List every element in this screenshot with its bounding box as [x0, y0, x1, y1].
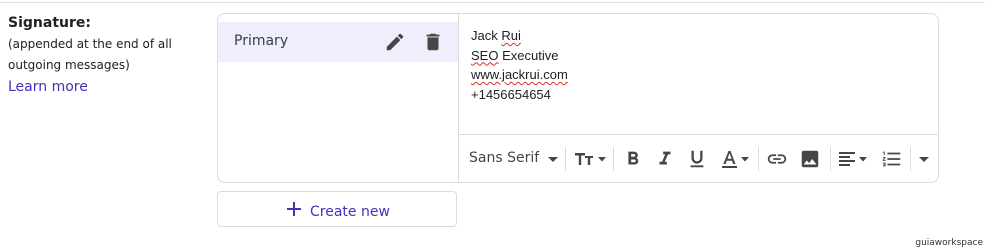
signature-line-phone: +1456654654 [471, 86, 551, 102]
learn-more-link[interactable]: Learn more [8, 77, 88, 97]
signature-note: (appended at the end of all outgoing mes… [8, 37, 172, 72]
toolbar-divider [830, 147, 831, 171]
dropdown-arrow-icon[interactable] [547, 149, 559, 171]
link-icon[interactable] [765, 148, 789, 170]
italic-icon[interactable] [654, 148, 676, 170]
trash-icon[interactable] [422, 31, 444, 53]
numbered-list-icon[interactable] [880, 148, 904, 170]
image-icon[interactable] [799, 148, 821, 170]
create-new-button[interactable]: Create new [217, 191, 457, 227]
bold-icon[interactable] [622, 148, 644, 170]
signature-label-group: Signature: (appended at the end of all o… [8, 14, 218, 97]
plus-icon [286, 201, 302, 222]
top-divider [0, 2, 985, 3]
signature-list: Primary [218, 14, 459, 182]
font-family-select[interactable]: Sans Serif [469, 150, 539, 166]
formatting-toolbar: Sans Serif [459, 134, 938, 182]
watermark: guiaworkspace [915, 238, 983, 248]
more-options-icon[interactable] [917, 148, 931, 170]
signature-title: Signature: [8, 15, 91, 31]
toolbar-divider [910, 147, 911, 171]
font-size-icon[interactable] [573, 148, 609, 170]
underline-icon[interactable] [686, 148, 708, 170]
toolbar-divider [758, 147, 759, 171]
align-icon[interactable] [837, 148, 871, 170]
create-new-label: Create new [310, 203, 390, 220]
pencil-icon[interactable] [384, 31, 406, 53]
toolbar-divider [565, 147, 566, 171]
signature-item-label: Primary [234, 33, 289, 49]
spellcheck-underline: Rui [501, 28, 521, 43]
signature-editor[interactable]: Jack Rui SEO Executive www.jackrui.com +… [459, 14, 938, 182]
signature-name: Jack Rui [471, 28, 521, 43]
text-color-icon[interactable] [719, 148, 753, 170]
create-new-content: Create new [286, 201, 390, 222]
signature-line-website: www.jackrui.com [471, 67, 568, 82]
signature-line-name: Jack Rui [471, 26, 568, 46]
signature-text[interactable]: Jack Rui SEO Executive www.jackrui.com +… [471, 26, 568, 104]
signature-item-primary[interactable]: Primary [218, 22, 458, 62]
toolbar-divider [613, 147, 614, 171]
spellcheck-underline: SEO [471, 47, 499, 63]
signature-line-title: SEO Executive [471, 47, 559, 63]
signature-panel: Primary Jack Rui SEO Executive www.jackr… [217, 13, 939, 183]
